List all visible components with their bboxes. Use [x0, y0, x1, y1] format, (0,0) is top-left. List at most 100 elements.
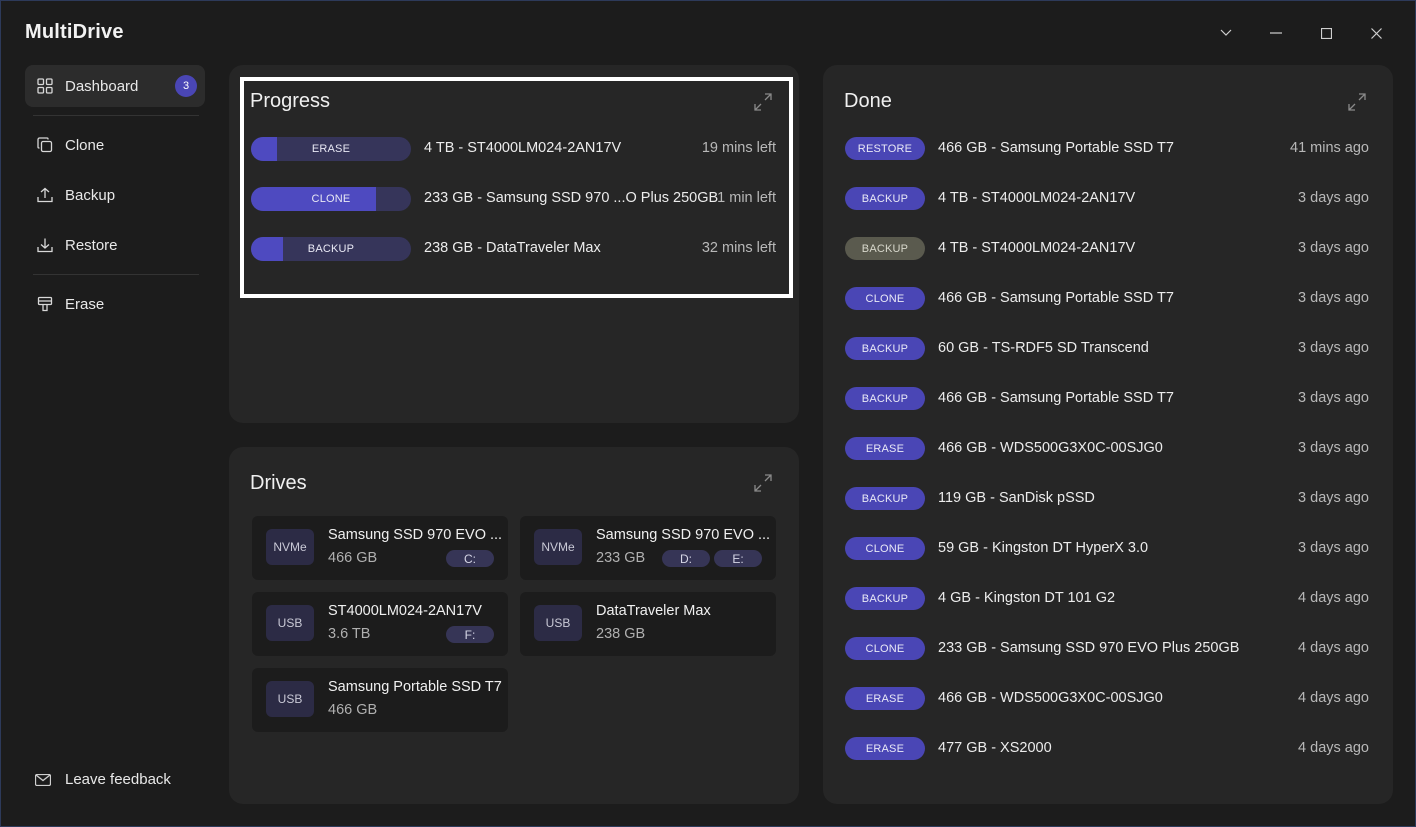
drive-card[interactable]: USB ST4000LM024-2AN17V 3.6 TB F:	[252, 592, 508, 656]
drive-name: 466 GB - WDS500G3X0C-00SJG0	[938, 690, 1163, 706]
sidebar-item-erase[interactable]: Erase	[25, 283, 205, 325]
drive-name: 60 GB - TS-RDF5 SD Transcend	[938, 340, 1149, 356]
done-row[interactable]: BACKUP 4 TB - ST4000LM024-2AN17V 3 days …	[845, 187, 1370, 211]
job-type-tag: ERASE	[845, 687, 925, 710]
time-ago: 4 days ago	[1298, 590, 1369, 606]
job-type-tag: BACKUP	[845, 337, 925, 360]
grid-icon	[35, 76, 55, 96]
drive-name: 466 GB - Samsung Portable SSD T7	[938, 140, 1174, 156]
progress-title: Progress	[250, 90, 331, 112]
done-row[interactable]: ERASE 466 GB - WDS500G3X0C-00SJG0 4 days…	[845, 687, 1370, 711]
job-type-tag: BACKUP	[845, 487, 925, 510]
drive-letter: E:	[714, 550, 762, 567]
expand-icon[interactable]	[754, 474, 772, 492]
drive-name: 466 GB - Samsung Portable SSD T7	[938, 290, 1174, 306]
notification-badge: 3	[175, 75, 197, 97]
download-icon	[35, 235, 55, 255]
drive-type-badge: NVMe	[266, 529, 314, 565]
sidebar-item-backup[interactable]: Backup	[25, 174, 205, 216]
progress-row[interactable]: ERASE 4 TB - ST4000LM024-2AN17V 19 mins …	[251, 137, 776, 161]
drive-name: 4 TB - ST4000LM024-2AN17V	[938, 190, 1136, 206]
job-type-tag: BACKUP	[845, 187, 925, 210]
time-ago: 3 days ago	[1298, 190, 1369, 206]
drive-size: 238 GB	[596, 626, 646, 642]
drives-title: Drives	[250, 472, 307, 494]
drive-size: 3.6 TB	[328, 626, 371, 642]
done-row[interactable]: ERASE 466 GB - WDS500G3X0C-00SJG0 3 days…	[845, 437, 1370, 461]
job-type-tag: ERASE	[845, 437, 925, 460]
done-row[interactable]: ERASE 477 GB - XS2000 4 days ago	[845, 737, 1370, 761]
job-type-tag: BACKUP	[845, 387, 925, 410]
close-icon[interactable]	[1351, 19, 1401, 47]
drive-name: 477 GB - XS2000	[938, 740, 1052, 756]
job-type-tag: CLONE	[845, 537, 925, 560]
time-ago: 3 days ago	[1298, 390, 1369, 406]
time-ago: 3 days ago	[1298, 440, 1369, 456]
time-left: 19 mins left	[701, 140, 776, 156]
minimize-icon[interactable]	[1251, 19, 1301, 47]
drive-letter: D:	[662, 550, 710, 567]
drive-size: 233 GB	[596, 550, 646, 566]
drive-card[interactable]: NVMe Samsung SSD 970 EVO ... 466 GB C:	[252, 516, 508, 580]
maximize-icon[interactable]	[1301, 19, 1351, 47]
feedback-label: Leave feedback	[65, 771, 171, 788]
drive-name: 4 TB - ST4000LM024-2AN17V	[424, 140, 622, 156]
drive-size: 466 GB	[328, 550, 378, 566]
time-ago: 3 days ago	[1298, 340, 1369, 356]
chevron-down-icon[interactable]	[1201, 19, 1251, 47]
time-ago: 3 days ago	[1298, 490, 1369, 506]
window-controls	[1201, 19, 1401, 47]
sidebar-item-label: Erase	[65, 295, 105, 313]
drive-letter: C:	[446, 550, 494, 567]
time-left: 1 min left	[717, 190, 776, 206]
drive-card[interactable]: USB Samsung Portable SSD T7 466 GB	[252, 668, 508, 732]
sidebar-item-dashboard[interactable]: Dashboard 3	[25, 65, 205, 107]
sidebar-item-label: Restore	[65, 236, 118, 254]
done-row[interactable]: CLONE 233 GB - Samsung SSD 970 EVO Plus …	[845, 637, 1370, 661]
done-row[interactable]: RESTORE 466 GB - Samsung Portable SSD T7…	[845, 137, 1370, 161]
drive-name: 233 GB - Samsung SSD 970 ...O Plus 250GB	[424, 190, 719, 206]
sidebar-item-clone[interactable]: Clone	[25, 124, 205, 166]
progress-row[interactable]: BACKUP 238 GB - DataTraveler Max 32 mins…	[251, 237, 776, 261]
done-row[interactable]: CLONE 59 GB - Kingston DT HyperX 3.0 3 d…	[845, 537, 1370, 561]
eraser-icon	[35, 294, 55, 314]
leave-feedback-button[interactable]: Leave feedback	[35, 771, 171, 788]
drive-name: 4 TB - ST4000LM024-2AN17V	[938, 240, 1136, 256]
done-row[interactable]: BACKUP 4 GB - Kingston DT 101 G2 4 days …	[845, 587, 1370, 611]
drive-type-badge: USB	[266, 605, 314, 641]
drive-type-badge: USB	[266, 681, 314, 717]
drive-name: Samsung Portable SSD T7	[328, 679, 502, 695]
time-ago: 4 days ago	[1298, 640, 1369, 656]
done-row[interactable]: BACKUP 119 GB - SanDisk pSSD 3 days ago	[845, 487, 1370, 511]
progress-bar: ERASE	[251, 137, 411, 161]
progress-panel: Progress ERASE 4 TB - ST4000LM024-2AN17V…	[229, 65, 799, 423]
expand-icon[interactable]	[1348, 93, 1366, 111]
time-ago: 41 mins ago	[1290, 140, 1369, 156]
sidebar-item-label: Dashboard	[65, 77, 139, 95]
progress-bar: CLONE	[251, 187, 411, 211]
drive-letter: F:	[446, 626, 494, 643]
sidebar-item-restore[interactable]: Restore	[25, 224, 205, 266]
sidebar-item-label: Clone	[65, 136, 105, 154]
done-row[interactable]: BACKUP 60 GB - TS-RDF5 SD Transcend 3 da…	[845, 337, 1370, 361]
time-ago: 3 days ago	[1298, 540, 1369, 556]
done-row[interactable]: CLONE 466 GB - Samsung Portable SSD T7 3…	[845, 287, 1370, 311]
job-type-tag: BACKUP	[845, 587, 925, 610]
drive-name: 119 GB - SanDisk pSSD	[938, 490, 1095, 506]
drive-card[interactable]: USB DataTraveler Max 238 GB	[520, 592, 776, 656]
drive-type-badge: USB	[534, 605, 582, 641]
job-type-label: BACKUP	[307, 243, 355, 255]
app-window: MultiDrive Dashboard 3 Clone Backup Rest…	[0, 0, 1416, 827]
progress-row[interactable]: CLONE 233 GB - Samsung SSD 970 ...O Plus…	[251, 187, 776, 211]
app-title: MultiDrive	[25, 21, 124, 43]
done-row[interactable]: BACKUP 466 GB - Samsung Portable SSD T7 …	[845, 387, 1370, 411]
drive-name: Samsung SSD 970 EVO ...	[328, 527, 503, 543]
done-row[interactable]: BACKUP 4 TB - ST4000LM024-2AN17V 3 days …	[845, 237, 1370, 261]
divider	[33, 115, 199, 116]
drive-size: 466 GB	[328, 702, 378, 718]
drive-name: 238 GB - DataTraveler Max	[424, 240, 601, 256]
expand-icon[interactable]	[754, 93, 772, 111]
drive-card[interactable]: NVMe Samsung SSD 970 EVO ... 233 GB D: E…	[520, 516, 776, 580]
progress-bar: BACKUP	[251, 237, 411, 261]
copy-icon	[35, 135, 55, 155]
